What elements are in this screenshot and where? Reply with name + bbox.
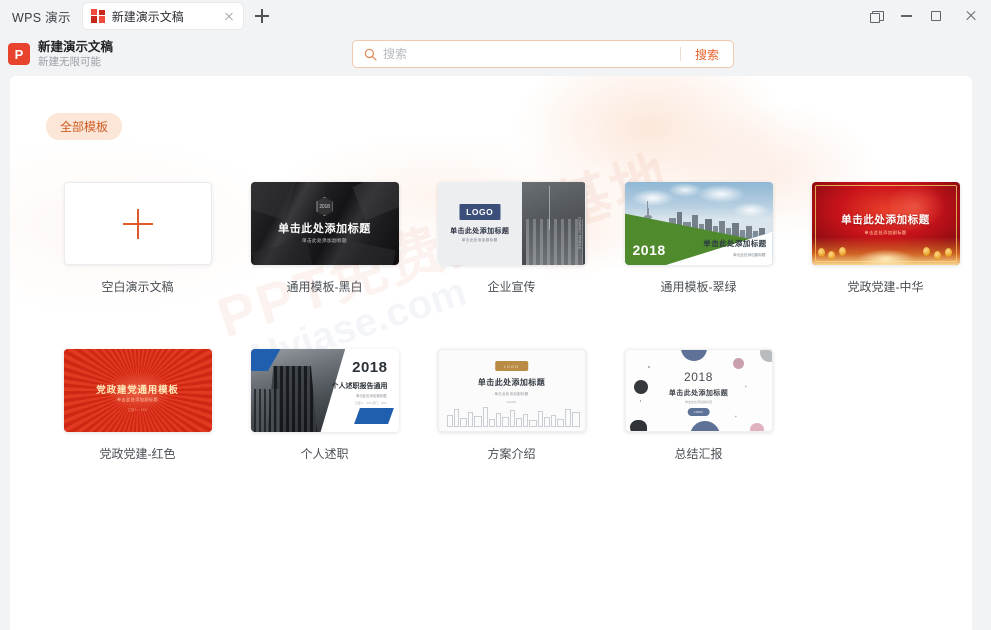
slide-subtitle: 单击此处添加副标题 <box>116 397 159 402</box>
maximize-button[interactable] <box>921 0 951 32</box>
maximize-icon <box>931 11 941 21</box>
window-controls <box>861 0 991 32</box>
slide-year: 2018 <box>352 359 388 376</box>
slide-subtitle: 单击此处添加副标题 <box>494 392 529 396</box>
template-thumbnail[interactable]: ✦ ✦ 2018 单击此处添加标题 单击此处添加副标题 LOGO <box>624 349 773 432</box>
template-card-personal-report[interactable]: 2018 个人述职报告通用 单击此处添加副标题 汇报人：XXX 部门：XXX 个… <box>231 349 418 462</box>
template-thumbnail[interactable]: LOGO 单击此处添加标题 单击此处添加副标题 2019/01 <box>437 349 586 432</box>
search-icon <box>357 41 383 67</box>
template-card-general-template-emerald[interactable]: 2018 单击此处添加标题 单击此处添加副标题 通用模板-翠绿 <box>605 182 792 295</box>
title-bar: WPS 演示 新建演示文稿 <box>0 0 991 32</box>
wps-presentation-icon <box>90 9 105 23</box>
template-card-blank-presentation[interactable]: 空白演示文稿 <box>44 182 231 295</box>
slide-title: 单击此处添加标题 <box>841 214 930 226</box>
template-card-party-building-red[interactable]: 党政建党通用模板 单击此处添加副标题 汇报人：XXX 党政党建-红色 <box>44 349 231 462</box>
search-button[interactable]: 搜索 <box>681 46 733 63</box>
template-thumbnail[interactable]: 党政建党通用模板 单击此处添加副标题 汇报人：XXX <box>63 349 212 432</box>
logo-badge: LOGO <box>687 408 710 416</box>
slide-subtitle: 单击此处添加副标题 <box>864 230 907 235</box>
plus-icon <box>122 208 153 239</box>
slide-title: 单击此处添加标题 <box>668 390 729 397</box>
slide-subtitle: 单击此处添加副标题 <box>733 253 766 257</box>
template-caption: 通用模板-黑白 <box>286 280 363 294</box>
filter-chip-all-templates[interactable]: 全部模板 <box>46 113 123 140</box>
slide-subtitle: 单击此处添加副标题 <box>684 400 712 404</box>
slide-subtitle: 单击此处添加副标题 <box>461 238 498 242</box>
template-grid: 空白演示文稿 2018 单击此处添加标题 单击此处添加副标题 通用模板-黑白 L… <box>44 182 964 462</box>
template-thumbnail[interactable] <box>63 182 212 265</box>
template-thumbnail[interactable]: 单击此处添加标题 单击此处添加副标题 <box>811 182 960 265</box>
search-input[interactable] <box>383 42 680 66</box>
template-thumbnail[interactable]: 2018 单击此处添加标题 单击此处添加副标题 <box>250 182 399 265</box>
page-title: 新建演示文稿 <box>38 39 114 54</box>
template-card-party-building-china[interactable]: 单击此处添加标题 单击此处添加副标题 党政党建-中华 <box>792 182 972 295</box>
tab-strip: 新建演示文稿 <box>82 0 275 32</box>
minimize-icon <box>900 15 912 17</box>
template-caption: 方案介绍 <box>487 447 536 461</box>
slide-year: 2018 <box>632 242 666 258</box>
slide-year: 2018 <box>683 370 714 384</box>
slide-title: 单击此处添加标题 <box>477 378 546 387</box>
template-caption: 党政党建-红色 <box>99 447 176 461</box>
template-card-general-template-black-white[interactable]: 2018 单击此处添加标题 单击此处添加副标题 通用模板-黑白 <box>231 182 418 295</box>
plus-icon[interactable] <box>249 3 275 29</box>
template-thumbnail[interactable]: 2018 单击此处添加标题 单击此处添加副标题 <box>624 182 773 265</box>
template-caption: 总结汇报 <box>674 447 723 461</box>
template-caption: 空白演示文稿 <box>101 280 174 294</box>
brand: P 新建演示文稿 新建无限可能 <box>0 40 113 68</box>
tab-new-presentation[interactable]: 新建演示文稿 <box>82 3 243 29</box>
app-name-label: WPS 演示 <box>12 10 71 25</box>
search-bar: 搜索 <box>352 40 734 68</box>
page-subtitle: 新建无限可能 <box>38 56 101 69</box>
slide-note: 汇报人：XXX 部门：XXX <box>354 401 387 405</box>
cascade-windows-icon <box>870 10 884 23</box>
slide-title: 党政建党通用模板 <box>96 385 179 396</box>
city-skyline-outline-graphic <box>445 401 580 427</box>
logo-badge: LOGO <box>459 204 501 220</box>
slide-side-text: COMPANY PROFILE <box>577 217 582 250</box>
slide-subtitle: 单击此处添加副标题 <box>355 394 387 398</box>
slide-title: 单击此处添加标题 <box>450 228 510 235</box>
minimize-button[interactable] <box>891 0 921 32</box>
template-gallery-panel: PPT免费资源基地 Hyiase.com 全部模板 空白演示文稿 2018 单击… <box>10 76 972 630</box>
tab-label: 新建演示文稿 <box>111 9 184 24</box>
filter-chip-row: 全部模板 <box>46 113 123 140</box>
slide-note: 汇报人：XXX <box>127 408 148 412</box>
close-icon <box>965 10 977 22</box>
year-badge: 2018 <box>316 197 333 216</box>
wps-presentation-window: WPS 演示 新建演示文稿 P 新建演示文稿 新建无限可能 搜索 搜索 Hyia… <box>0 0 991 630</box>
template-caption: 党政党建-中华 <box>847 280 924 294</box>
cascade-windows-button[interactable] <box>861 0 891 32</box>
template-thumbnail[interactable]: LOGO 单击此处添加标题 单击此处添加副标题 COMPANY PROFILE <box>437 182 586 265</box>
template-caption: 个人述职 <box>300 447 349 461</box>
close-icon[interactable] <box>221 8 237 24</box>
slide-title: 个人述职报告通用 <box>331 383 388 390</box>
wps-presentation-logo-icon: P <box>8 43 30 65</box>
logo-badge: LOGO <box>494 361 529 372</box>
slide-title: 单击此处添加标题 <box>278 223 371 235</box>
template-caption: 通用模板-翠绿 <box>660 280 737 294</box>
slide-subtitle: 单击此处添加副标题 <box>302 238 347 243</box>
template-caption: 企业宣传 <box>487 280 536 294</box>
template-card-plan-introduction[interactable]: LOGO 单击此处添加标题 单击此处添加副标题 2019/01 方案介绍 <box>418 349 605 462</box>
template-card-summary-report[interactable]: ✦ ✦ 2018 单击此处添加标题 单击此处添加副标题 LOGO 总结汇报 <box>605 349 792 462</box>
template-card-corporate-promotion[interactable]: LOGO 单击此处添加标题 单击此处添加副标题 COMPANY PROFILE … <box>418 182 605 295</box>
slide-title: 单击此处添加标题 <box>703 239 767 248</box>
template-thumbnail[interactable]: 2018 个人述职报告通用 单击此处添加副标题 汇报人：XXX 部门：XXX <box>250 349 399 432</box>
close-window-button[interactable] <box>951 0 991 32</box>
